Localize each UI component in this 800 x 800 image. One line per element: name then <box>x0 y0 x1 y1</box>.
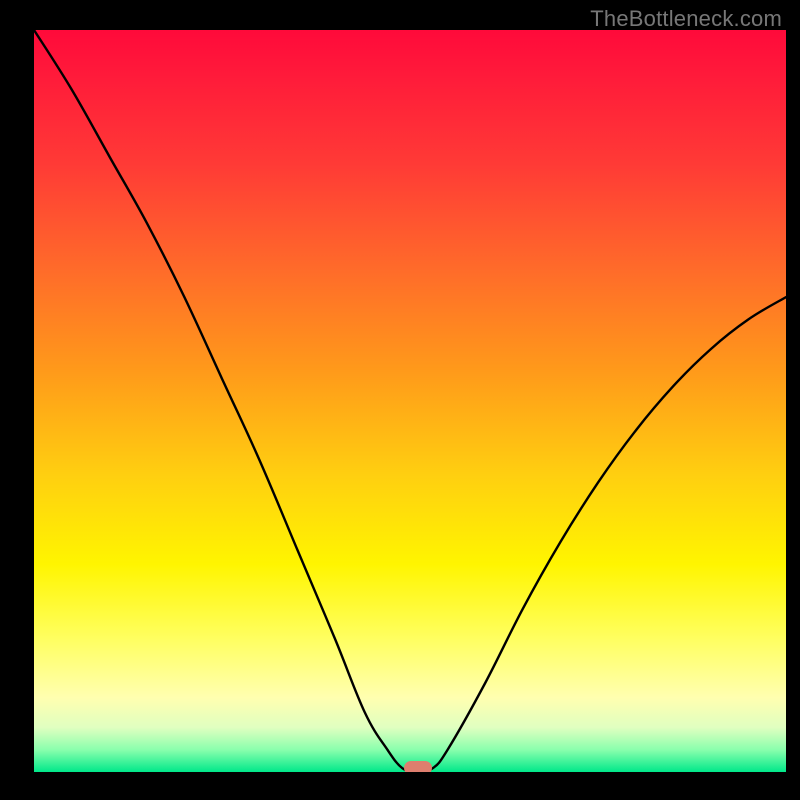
optimal-point-marker <box>404 761 432 772</box>
watermark-label: TheBottleneck.com <box>590 6 782 32</box>
chart-frame: TheBottleneck.com <box>0 0 800 800</box>
plot-area <box>34 30 786 772</box>
bottleneck-curve <box>34 30 786 772</box>
